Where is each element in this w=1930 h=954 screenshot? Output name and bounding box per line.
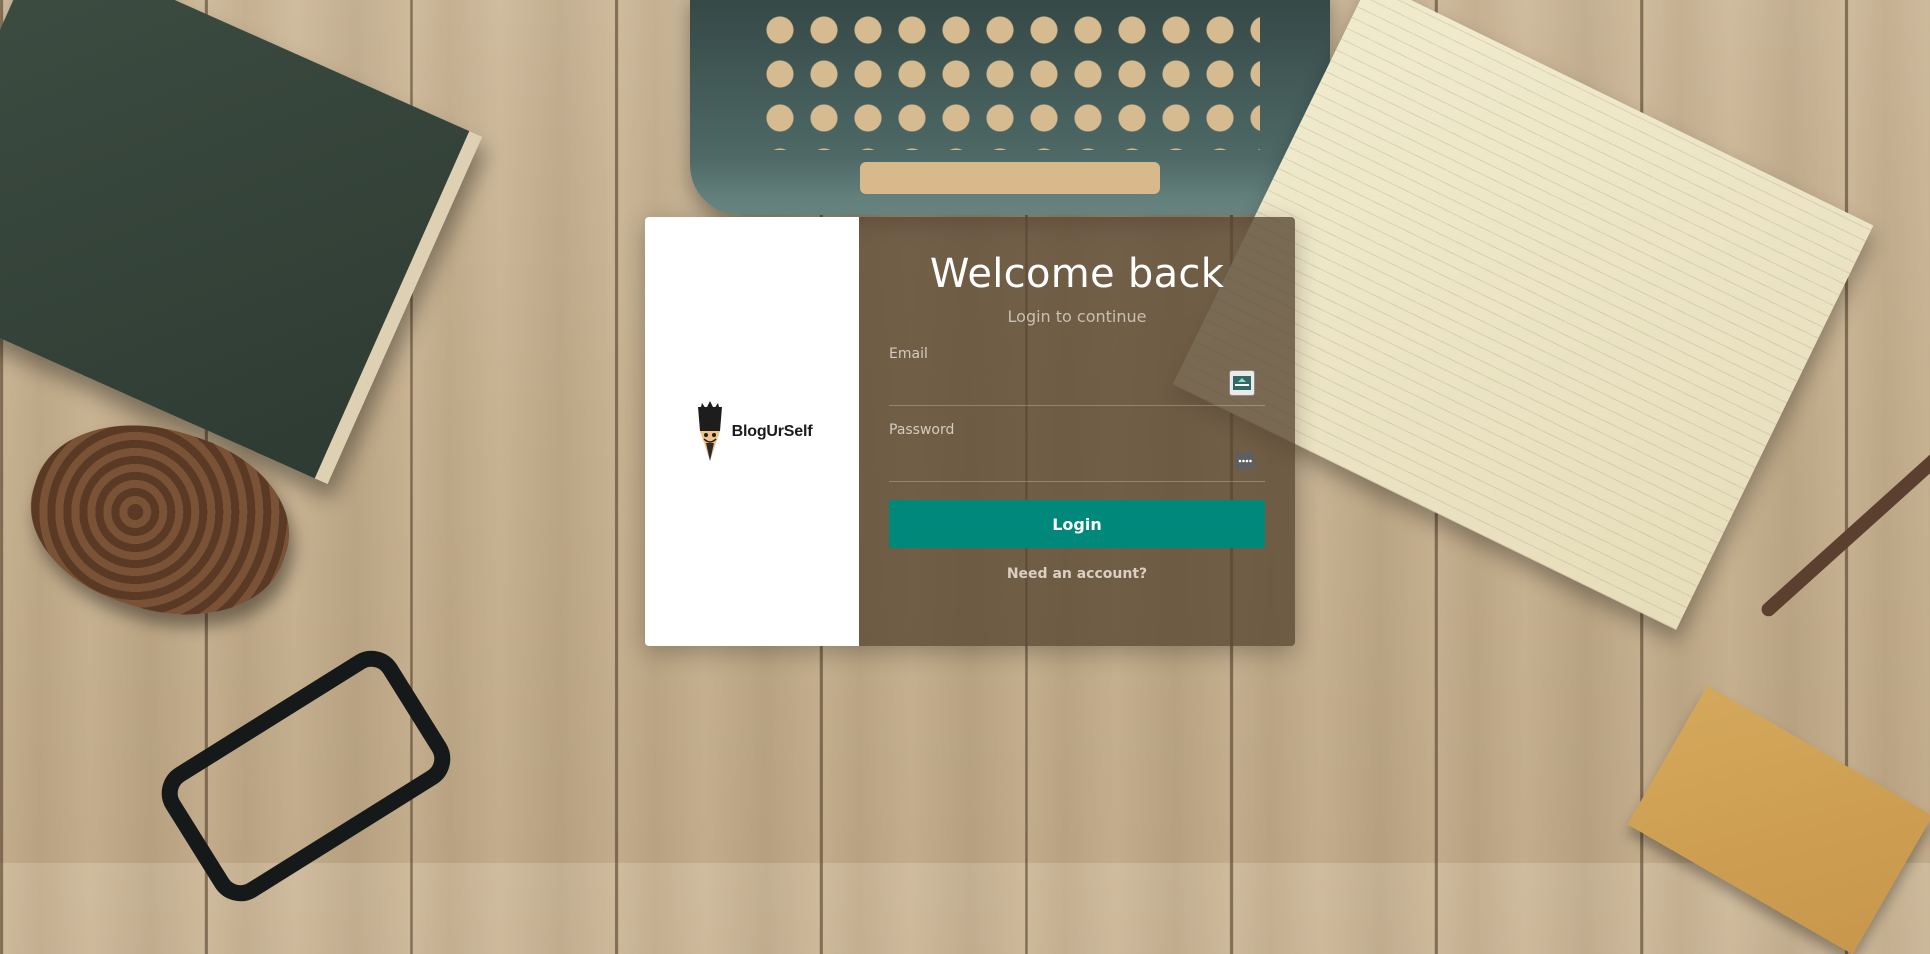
brand-panel: BlogUrSelf <box>645 217 859 646</box>
brand-name: BlogUrSelf <box>731 422 813 440</box>
typewriter-keys <box>760 10 1260 150</box>
email-label: Email <box>889 346 928 362</box>
need-account-link[interactable]: Need an account? <box>889 566 1265 582</box>
background-glasses <box>150 639 462 913</box>
background-twig <box>1758 434 1930 620</box>
typewriter-spacebar <box>860 162 1160 194</box>
password-field-group: Password <box>889 422 1265 482</box>
brand-logo: BlogUrSelf <box>692 400 813 463</box>
login-card: BlogUrSelf Welcome back Login to continu… <box>645 217 1295 646</box>
page-title: Welcome back <box>929 251 1225 297</box>
email-field-group: Email <box>889 346 1265 406</box>
background-book <box>0 0 483 485</box>
background-pencil-box <box>1627 685 1930 954</box>
email-autofill-icon[interactable] <box>1229 370 1255 396</box>
pencil-mascot-icon <box>697 400 722 461</box>
login-button[interactable]: Login <box>889 500 1265 548</box>
login-form-panel: Welcome back Login to continue Email Pas… <box>859 217 1295 646</box>
password-label: Password <box>889 422 955 438</box>
background-typewriter <box>690 0 1330 215</box>
password-field[interactable] <box>889 438 1265 482</box>
password-autofill-icon[interactable] <box>1235 452 1255 470</box>
email-field[interactable] <box>889 362 1265 406</box>
page-subtitle: Login to continue <box>1007 307 1147 326</box>
